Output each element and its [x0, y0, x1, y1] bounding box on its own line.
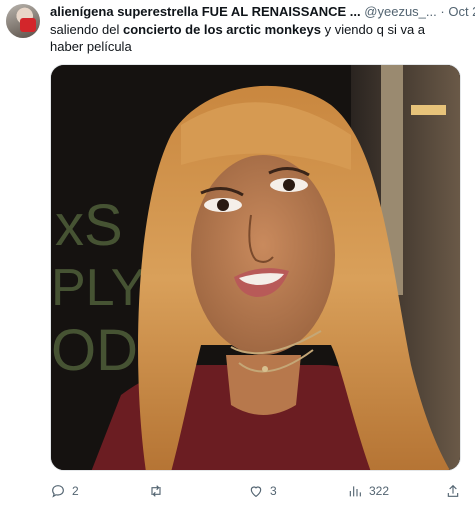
heart-icon	[250, 486, 262, 498]
display-name[interactable]: alienígena superestrella FUE AL RENAISSA…	[50, 4, 361, 19]
share-button[interactable]	[445, 481, 461, 501]
retweet-icon	[151, 485, 161, 497]
tweet-photo[interactable]: xS PLY ODU	[50, 64, 461, 471]
avatar[interactable]	[6, 4, 40, 38]
retweet-button[interactable]	[148, 481, 170, 501]
views-icon	[349, 486, 361, 497]
tweet-text-bold: concierto de los arctic monkeys	[123, 22, 321, 37]
tweet-header: alienígena superestrella FUE AL RENAISSA…	[50, 4, 475, 20]
user-handle[interactable]: @yeezus_...	[364, 4, 436, 19]
like-count: 3	[270, 484, 277, 498]
tweet[interactable]: alienígena superestrella FUE AL RENAISSA…	[0, 0, 475, 507]
tweet-text-part1: saliendo del	[50, 22, 123, 37]
separator-dot: ·	[440, 4, 445, 19]
tweet-actions: 2 3 322	[50, 481, 468, 501]
views-button[interactable]: 322	[347, 481, 389, 501]
sign-text-1: xS	[55, 193, 123, 258]
photo-woman-blonde-hair: xS PLY ODU	[51, 65, 460, 470]
sign-text-2: PLY	[51, 259, 145, 317]
like-button[interactable]: 3	[248, 481, 277, 501]
tweet-date[interactable]: Oct 2	[448, 4, 475, 19]
views-count: 322	[369, 484, 390, 498]
share-icon	[447, 484, 459, 497]
reply-button[interactable]: 2	[50, 481, 79, 501]
reply-icon	[52, 485, 64, 498]
tweet-text: saliendo del concierto de los arctic mon…	[50, 21, 460, 55]
reply-count: 2	[72, 484, 79, 498]
avatar-red-shape	[20, 18, 36, 32]
